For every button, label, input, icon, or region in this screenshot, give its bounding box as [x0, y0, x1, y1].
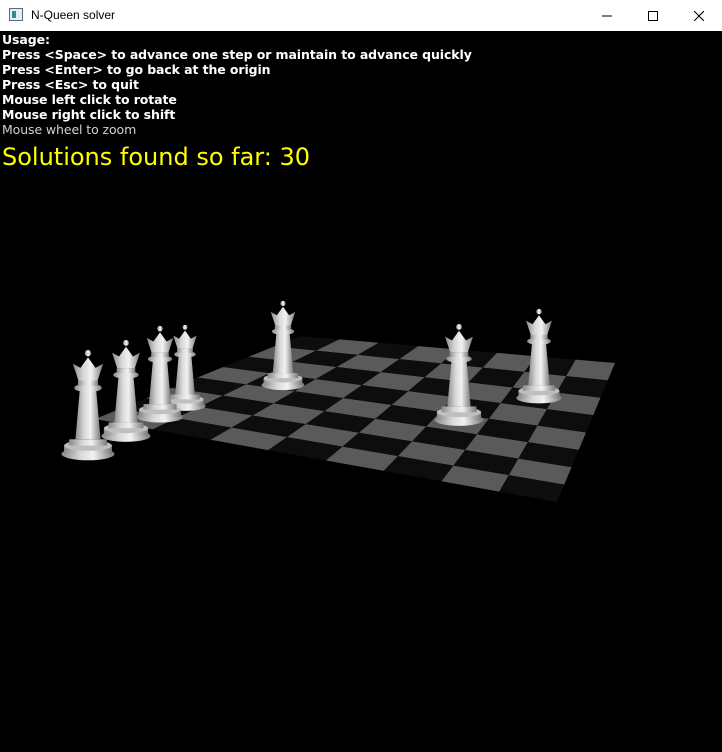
- usage-heading: Usage:: [2, 32, 50, 47]
- maximize-icon: [648, 10, 658, 21]
- title-bar[interactable]: N-Queen solver: [0, 0, 722, 32]
- solutions-counter: Solutions found so far: 30: [2, 143, 310, 171]
- maximize-button[interactable]: [630, 0, 676, 31]
- usage-right-click-instruction: Mouse right click to shift: [2, 107, 176, 122]
- minimize-button[interactable]: [584, 0, 630, 31]
- close-button[interactable]: [676, 0, 722, 31]
- render-viewport[interactable]: Usage: Press <Space> to advance one step…: [0, 31, 722, 752]
- queen-piece-icon: [164, 324, 206, 411]
- app-window: N-Queen solver Usage: Press <Space> to a…: [0, 0, 722, 752]
- usage-left-click-instruction: Mouse left click to rotate: [2, 92, 177, 107]
- queen-piece-icon: [61, 350, 115, 461]
- usage-wheel-instruction: Mouse wheel to zoom: [2, 122, 137, 137]
- app-window-icon: [9, 8, 23, 21]
- usage-enter-instruction: Press <Enter> to go back at the origin: [2, 62, 271, 77]
- window-title: N-Queen solver: [31, 8, 116, 22]
- minimize-icon: [602, 15, 612, 16]
- usage-space-instruction: Press <Space> to advance one step or mai…: [2, 47, 472, 62]
- usage-instructions: Usage: Press <Space> to advance one step…: [2, 32, 472, 137]
- queen-piece-icon: [101, 339, 151, 442]
- chessboard-scene[interactable]: [0, 31, 722, 752]
- close-icon: [694, 10, 704, 21]
- usage-esc-instruction: Press <Esc> to quit: [2, 77, 139, 92]
